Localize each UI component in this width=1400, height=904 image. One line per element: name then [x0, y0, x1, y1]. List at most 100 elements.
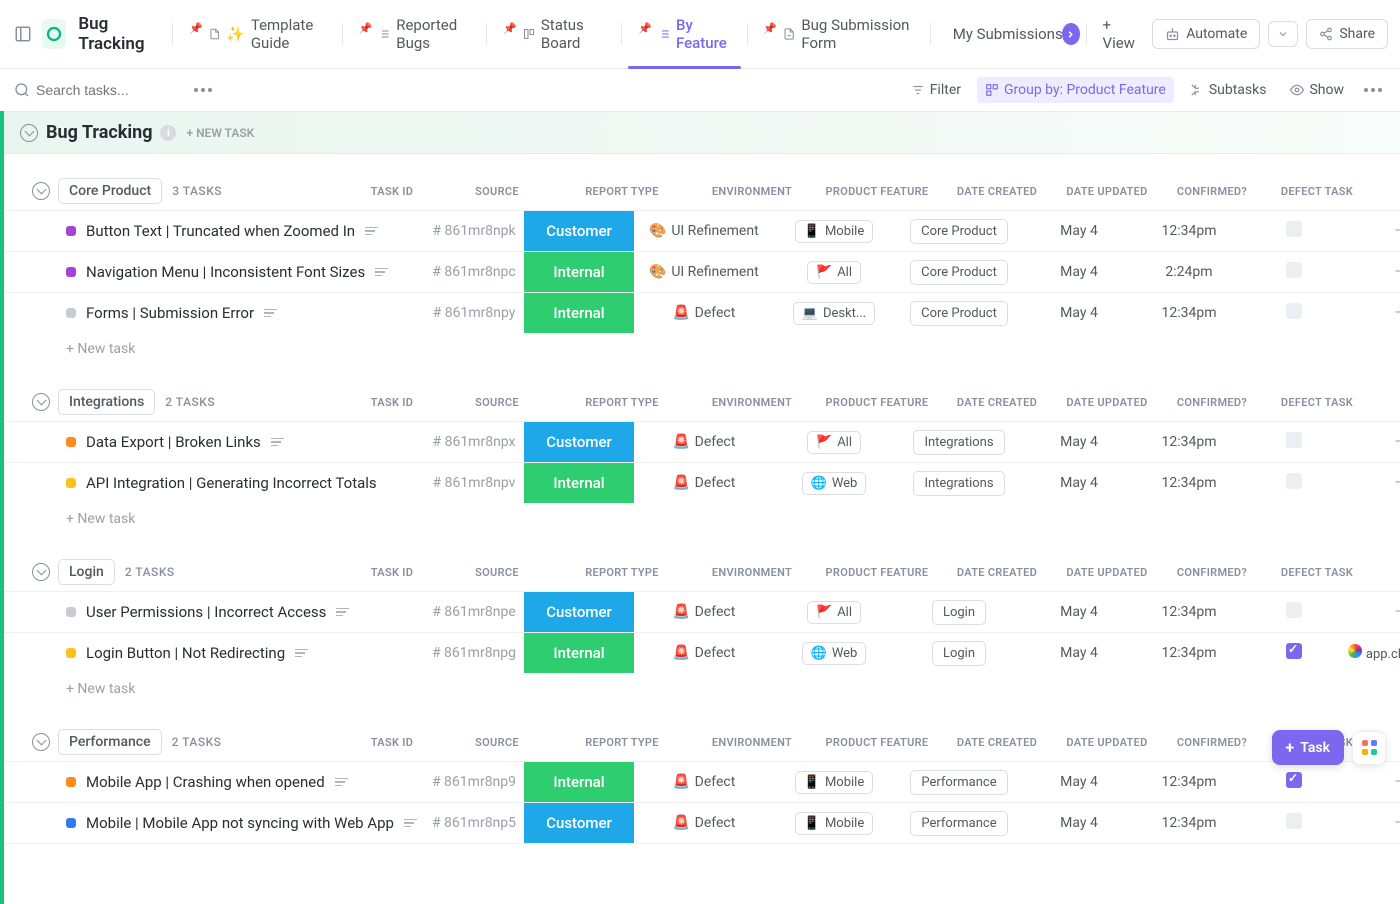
apps-fab[interactable] — [1352, 731, 1386, 765]
status-square-icon[interactable] — [66, 818, 76, 828]
checkbox-icon[interactable] — [1286, 772, 1302, 788]
collapse-icon[interactable] — [32, 563, 50, 581]
environment-cell[interactable]: 🚩All — [774, 261, 894, 284]
automate-dropdown[interactable] — [1268, 21, 1298, 47]
checkbox-icon[interactable] — [1286, 262, 1302, 278]
sidebar-toggle-button[interactable] — [12, 20, 34, 48]
defect-task-cell[interactable]: – — [1344, 305, 1400, 321]
environment-cell[interactable]: 🚩All — [774, 431, 894, 454]
task-row[interactable]: API Integration | Generating Incorrect T… — [4, 462, 1400, 503]
new-task-button[interactable]: + NEW TASK — [186, 126, 254, 140]
task-row[interactable]: Navigation Menu | Inconsistent Font Size… — [4, 251, 1400, 292]
tab-status-board[interactable]: 📌 Status Board — [493, 8, 615, 60]
report-type-cell[interactable]: 🚨Defect — [634, 434, 774, 450]
report-type-cell[interactable]: 🚨Defect — [634, 604, 774, 620]
info-icon[interactable]: i — [160, 125, 176, 141]
task-row[interactable]: Data Export | Broken Links # 861mr8npx C… — [4, 421, 1400, 462]
environment-cell[interactable]: 🌐Web — [774, 642, 894, 665]
report-type-cell[interactable]: 🎨UI Refinement — [634, 264, 774, 280]
source-cell[interactable]: Customer — [524, 803, 634, 843]
share-button[interactable]: Share — [1306, 19, 1388, 49]
environment-cell[interactable]: 📱Mobile — [774, 771, 894, 794]
task-name[interactable]: Login Button | Not Redirecting — [86, 644, 285, 662]
source-cell[interactable]: Internal — [524, 252, 634, 292]
checkbox-icon[interactable] — [1286, 813, 1302, 829]
task-row[interactable]: Mobile App | Crashing when opened # 861m… — [4, 761, 1400, 802]
source-cell[interactable]: Internal — [524, 293, 634, 333]
source-cell[interactable]: Customer — [524, 592, 634, 632]
confirmed-cell[interactable] — [1244, 303, 1344, 323]
task-row[interactable]: Button Text | Truncated when Zoomed In #… — [4, 210, 1400, 251]
collapse-icon[interactable] — [32, 393, 50, 411]
tab-bug-submission-form[interactable]: 📌 Bug Submission Form — [753, 8, 924, 60]
report-type-cell[interactable]: 🚨Defect — [634, 815, 774, 831]
source-cell[interactable]: Internal — [524, 633, 634, 673]
environment-cell[interactable]: 📱Mobile — [774, 220, 894, 243]
confirmed-cell[interactable] — [1244, 262, 1344, 282]
task-name[interactable]: API Integration | Generating Incorrect T… — [86, 474, 377, 492]
confirmed-cell[interactable] — [1244, 473, 1344, 493]
defect-task-cell[interactable]: – — [1344, 223, 1400, 239]
defect-task-cell[interactable]: app.clickup.co — [1344, 644, 1400, 662]
environment-cell[interactable]: 📱Mobile — [774, 812, 894, 835]
tab-by-feature[interactable]: 📌 By Feature — [628, 8, 740, 60]
feature-cell[interactable]: Performance — [894, 770, 1024, 795]
task-name[interactable]: User Permissions | Incorrect Access — [86, 603, 326, 621]
status-square-icon[interactable] — [66, 437, 76, 447]
task-name[interactable]: Navigation Menu | Inconsistent Font Size… — [86, 263, 365, 281]
defect-task-cell[interactable]: – — [1344, 815, 1400, 831]
confirmed-cell[interactable] — [1244, 432, 1344, 452]
status-square-icon[interactable] — [66, 648, 76, 658]
task-row[interactable]: Forms | Submission Error # 861mr8npy Int… — [4, 292, 1400, 333]
task-row[interactable]: Mobile | Mobile App not syncing with Web… — [4, 802, 1400, 844]
collapse-icon[interactable] — [20, 124, 38, 142]
confirmed-cell[interactable] — [1244, 602, 1344, 622]
group-name-chip[interactable]: Integrations — [58, 389, 155, 415]
environment-cell[interactable]: 💻Deskt... — [774, 302, 894, 325]
filter-button[interactable]: Filter — [903, 77, 969, 103]
report-type-cell[interactable]: 🚨Defect — [634, 305, 774, 321]
next-tabs-button[interactable] — [1062, 23, 1080, 45]
checkbox-icon[interactable] — [1286, 221, 1302, 237]
more-options-button[interactable] — [190, 88, 216, 92]
task-row[interactable]: User Permissions | Incorrect Access # 86… — [4, 591, 1400, 632]
group-by-button[interactable]: Group by: Product Feature — [977, 77, 1174, 103]
tab-reported-bugs[interactable]: 📌 Reported Bugs — [348, 8, 480, 60]
source-cell[interactable]: Internal — [524, 762, 634, 802]
confirmed-cell[interactable] — [1244, 813, 1344, 833]
feature-cell[interactable]: Core Product — [894, 260, 1024, 285]
task-row[interactable]: Login Button | Not Redirecting # 861mr8n… — [4, 632, 1400, 673]
report-type-cell[interactable]: 🎨UI Refinement — [634, 223, 774, 239]
automate-button[interactable]: Automate — [1152, 19, 1260, 49]
checkbox-icon[interactable] — [1286, 432, 1302, 448]
defect-task-cell[interactable]: – — [1344, 604, 1400, 620]
report-type-cell[interactable]: 🚨Defect — [634, 475, 774, 491]
feature-cell[interactable]: Integrations — [894, 471, 1024, 496]
feature-cell[interactable]: Integrations — [894, 430, 1024, 455]
status-square-icon[interactable] — [66, 308, 76, 318]
toolbar-more-button[interactable] — [1360, 88, 1386, 92]
new-task-row[interactable]: + New task — [4, 673, 1400, 705]
collapse-icon[interactable] — [32, 733, 50, 751]
feature-cell[interactable]: Core Product — [894, 219, 1024, 244]
group-name-chip[interactable]: Login — [58, 559, 115, 585]
task-name[interactable]: Mobile App | Crashing when opened — [86, 773, 325, 791]
feature-cell[interactable]: Login — [894, 600, 1024, 625]
group-name-chip[interactable]: Performance — [58, 729, 162, 755]
task-name[interactable]: Button Text | Truncated when Zoomed In — [86, 222, 355, 240]
source-cell[interactable]: Customer — [524, 211, 634, 251]
checkbox-icon[interactable] — [1286, 303, 1302, 319]
feature-cell[interactable]: Login — [894, 641, 1024, 666]
group-name-chip[interactable]: Core Product — [58, 178, 162, 204]
checkbox-icon[interactable] — [1286, 473, 1302, 489]
confirmed-cell[interactable] — [1244, 221, 1344, 241]
checkbox-icon[interactable] — [1286, 643, 1302, 659]
environment-cell[interactable]: 🌐Web — [774, 472, 894, 495]
defect-task-cell[interactable]: – — [1344, 264, 1400, 280]
new-task-fab[interactable]: + Task — [1272, 730, 1344, 765]
search-input[interactable] — [36, 82, 176, 98]
tab-my-submissions[interactable]: My Submissions — [937, 17, 1062, 51]
subtasks-button[interactable]: Subtasks — [1182, 77, 1275, 103]
status-square-icon[interactable] — [66, 607, 76, 617]
environment-cell[interactable]: 🚩All — [774, 601, 894, 624]
